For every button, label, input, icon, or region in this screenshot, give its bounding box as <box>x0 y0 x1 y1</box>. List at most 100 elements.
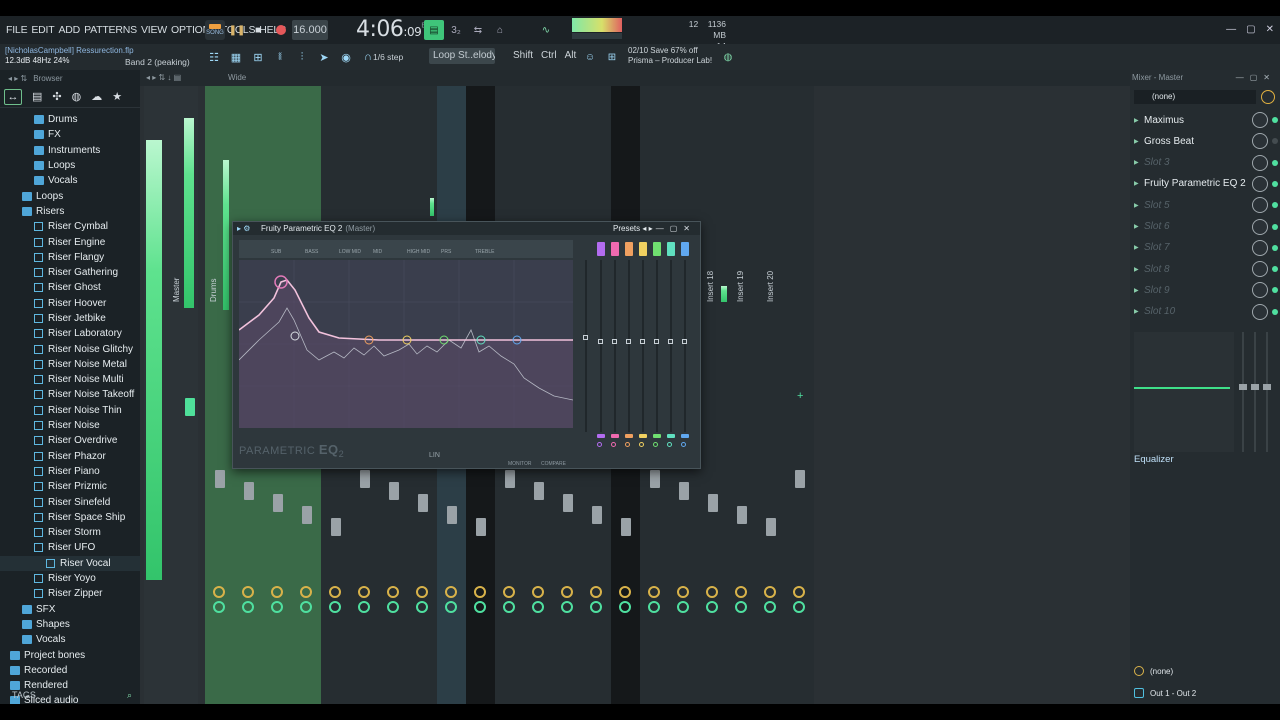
wait-input-icon[interactable]: 3₂ <box>446 20 466 40</box>
eq-band-type-label[interactable]: BASS <box>305 249 318 255</box>
slot-enable-led[interactable] <box>1272 138 1278 145</box>
online-icon[interactable]: ◍ <box>718 47 738 67</box>
insert-volume-knob[interactable] <box>300 601 312 613</box>
eq-band-width-knob[interactable] <box>667 442 672 447</box>
channel-rack-icon[interactable]: ⊞ <box>249 48 267 66</box>
window-controls[interactable]: — ▢ ✕ <box>1226 24 1274 35</box>
eq-band-gain-handle[interactable] <box>654 339 659 344</box>
insert-pan-knob[interactable] <box>619 586 631 598</box>
eq-band-type-label[interactable]: MID <box>373 249 382 255</box>
browser-file[interactable]: Riser Ghost <box>0 280 140 295</box>
eq-band-gain-handle[interactable] <box>626 339 631 344</box>
eq-band-toggle[interactable] <box>625 242 633 256</box>
browser-file[interactable]: Riser Piano <box>0 464 140 479</box>
insert-fader[interactable] <box>563 494 573 512</box>
insert-pan-knob[interactable] <box>590 586 602 598</box>
insert-pan-knob[interactable] <box>329 586 341 598</box>
browser-cloud-tab[interactable]: ☁ <box>91 90 102 103</box>
mixer-preset-select[interactable]: (none) <box>1134 90 1256 104</box>
insert-fader[interactable] <box>331 518 341 536</box>
browser-folder[interactable]: FX <box>0 127 140 142</box>
eq-band-width-knob[interactable] <box>639 442 644 447</box>
slot-enable-led[interactable] <box>1272 180 1278 187</box>
piano-roll-icon[interactable]: ▦ <box>227 48 245 66</box>
effect-slot[interactable]: ▶ Slot 3 <box>1134 154 1278 172</box>
eq-band-type-label[interactable]: HIGH MID <box>407 249 430 255</box>
insert-volume-knob[interactable] <box>271 601 283 613</box>
insert-volume-knob[interactable] <box>503 601 515 613</box>
browser-file[interactable]: Riser Noise Metal <box>0 357 140 372</box>
browser-folder[interactable]: Risers <box>0 204 140 219</box>
step-size-label[interactable]: 1/6 step <box>373 52 403 62</box>
insert-pan-knob[interactable] <box>793 586 805 598</box>
insert-volume-knob[interactable] <box>242 601 254 613</box>
browser-file[interactable]: Riser Sinefeld <box>0 494 140 509</box>
insert-pan-knob[interactable] <box>474 586 486 598</box>
insert-pan-knob[interactable] <box>242 586 254 598</box>
eq-band-shape-button[interactable] <box>611 434 619 438</box>
insert-pan-knob[interactable] <box>300 586 312 598</box>
browser-file[interactable]: Riser UFO <box>0 540 140 555</box>
browser-file[interactable]: Riser Cymbal <box>0 219 140 234</box>
menu-file[interactable]: FILE <box>4 24 29 36</box>
slot-mix-knob[interactable] <box>1252 239 1268 256</box>
browser-file[interactable]: Riser Noise Takeoff <box>0 387 140 402</box>
eq-band-shape-button[interactable] <box>681 434 689 438</box>
eq-band-width-knob[interactable] <box>681 442 686 447</box>
insert-pan-knob[interactable] <box>503 586 515 598</box>
insert-fader[interactable] <box>708 494 718 512</box>
insert-pan-knob[interactable] <box>764 586 776 598</box>
lin-toggle[interactable]: LIN <box>429 452 440 459</box>
insert-pan-knob[interactable] <box>358 586 370 598</box>
browser-file[interactable]: Riser Space Ship <box>0 510 140 525</box>
browser-file[interactable]: Riser Noise Multi <box>0 372 140 387</box>
browser-folder[interactable]: Recorded <box>0 663 140 678</box>
insert-pan-knob[interactable] <box>561 586 573 598</box>
insert-fader[interactable] <box>766 518 776 536</box>
browser-folder[interactable]: Vocals <box>0 632 140 647</box>
browser-file[interactable]: Riser Overdrive <box>0 433 140 448</box>
browser-file[interactable]: Riser Hoover <box>0 296 140 311</box>
insert-pan-knob[interactable] <box>677 586 689 598</box>
insert-fader[interactable] <box>505 470 515 488</box>
eq-band-type-label[interactable]: PRS <box>441 249 451 255</box>
eq-band-width-knob[interactable] <box>597 442 602 447</box>
eq-band-type-bar[interactable]: SUB BASS LOW MID MID HIGH MID PRS TREBLE <box>239 240 573 258</box>
eq-band-shape-button[interactable] <box>653 434 661 438</box>
slot-mix-knob[interactable] <box>1252 218 1268 235</box>
master-fader[interactable] <box>185 398 195 416</box>
effect-slot[interactable]: ▶ Fruity Parametric EQ 2 <box>1134 175 1278 193</box>
browser-disk-tab[interactable]: ◍ <box>72 90 82 103</box>
insert-fader[interactable] <box>389 482 399 500</box>
eq-band-shape-button[interactable] <box>597 434 605 438</box>
insert-volume-knob[interactable] <box>764 601 776 613</box>
browser-current-project-tab[interactable]: ▤ <box>32 90 42 103</box>
browser-folder[interactable]: Loops <box>0 188 140 203</box>
insert-fader[interactable] <box>476 518 486 536</box>
alt-key[interactable]: Alt <box>565 50 577 61</box>
output-select[interactable]: Out 1 - Out 2 <box>1134 686 1278 700</box>
plugin-picker-icon[interactable]: ⫶ <box>293 48 311 66</box>
insert-volume-knob[interactable] <box>329 601 341 613</box>
record-button[interactable] <box>271 20 291 40</box>
insert-volume-knob[interactable] <box>213 601 225 613</box>
eq-band-gain-handle[interactable] <box>598 339 603 344</box>
browser-file[interactable]: Riser Engine <box>0 234 140 249</box>
mixer-view-label[interactable]: Wide <box>228 73 246 82</box>
insert-volume-knob[interactable] <box>619 601 631 613</box>
eq-band-shape-button[interactable] <box>625 434 633 438</box>
slot-mix-knob[interactable] <box>1252 197 1268 214</box>
insert-volume-knob[interactable] <box>706 601 718 613</box>
eq-band-toggle[interactable] <box>667 242 675 256</box>
eq-band-toggle[interactable] <box>653 242 661 256</box>
insert-pan-knob[interactable] <box>735 586 747 598</box>
insert-volume-knob[interactable] <box>793 601 805 613</box>
eq-titlebar[interactable]: ▸ ⚙ Fruity Parametric EQ 2 (Master) Pres… <box>233 222 700 235</box>
insert-pan-knob[interactable] <box>706 586 718 598</box>
browser-file[interactable]: Riser Noise Thin <box>0 403 140 418</box>
input-select[interactable]: (none) <box>1134 664 1278 678</box>
insert-fader[interactable] <box>418 494 428 512</box>
song-pattern-toggle[interactable]: SONG <box>205 20 225 40</box>
monitor-button[interactable]: MONITOR <box>508 461 532 467</box>
insert-fader[interactable] <box>795 470 805 488</box>
